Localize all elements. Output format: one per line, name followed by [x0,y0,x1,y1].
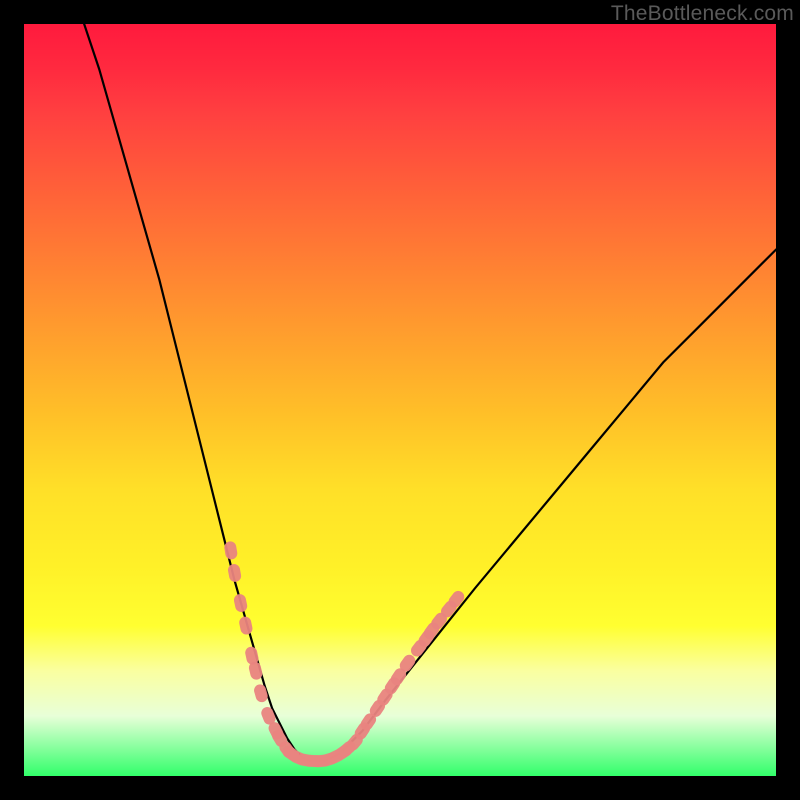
curve-marker [238,616,254,636]
curve-marker-group [223,541,466,768]
bottleneck-curve-svg [24,24,776,776]
curve-marker [233,593,249,613]
chart-frame [24,24,776,776]
bottleneck-curve-path [84,24,776,761]
curve-marker [227,563,242,583]
watermark-text: TheBottleneck.com [611,2,794,26]
curve-marker [253,683,269,704]
